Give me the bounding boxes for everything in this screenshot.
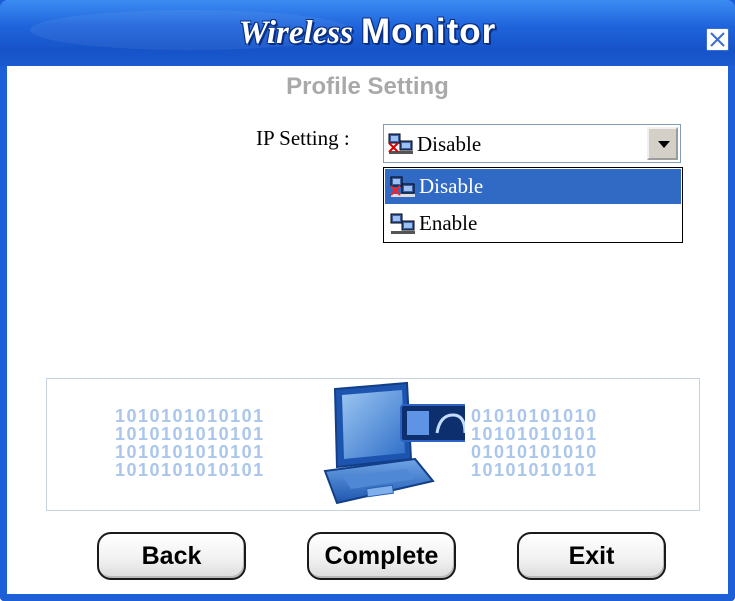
ip-setting-selected-text: Disable [417,131,482,156]
page-subtitle: Profile Setting [286,73,449,100]
option-disable-label: Disable [419,174,484,198]
binary-right-row: 01010101010 [471,442,598,462]
option-disable[interactable]: Disable [385,169,681,204]
window-title: Wireless Monitor [0,12,735,52]
title-bar[interactable]: Wireless Monitor [0,0,735,66]
exit-button[interactable]: Exit [517,532,666,580]
network-disabled-icon [388,133,413,154]
complete-button[interactable]: Complete [307,532,456,580]
back-button[interactable]: Back [97,532,246,580]
binary-right-row: 10101010101 [471,460,598,480]
close-icon [710,32,725,47]
title-monitor: Monitor [360,12,497,51]
option-enable[interactable]: Enable [385,206,681,241]
binary-right-row: 01010101010 [471,406,598,426]
option-enable-label: Enable [419,211,478,235]
chevron-down-icon[interactable] [647,127,678,160]
network-enabled-icon [390,213,415,234]
binary-left-row: 1010101010101 [115,406,265,426]
ip-setting-select[interactable]: Disable [383,124,681,163]
ip-setting-selected: Disable [388,130,481,158]
binary-right-row: 10101010101 [471,424,598,444]
binary-left-row: 1010101010101 [115,442,265,462]
binary-left-row: 1010101010101 [115,424,265,444]
binary-left-block: 1010101010101 1010101010101 101010101010… [115,407,265,479]
binary-left-row: 1010101010101 [115,460,265,480]
network-disabled-icon [390,176,415,197]
laptop-wireless-card-icon [323,381,465,505]
ip-setting-label: IP Setting : [256,126,350,150]
title-wireless: Wireless [238,15,353,51]
ip-setting-dropdown-list: Disable Enable [383,167,683,243]
close-button[interactable] [706,28,729,51]
binary-right-block: 01010101010 10101010101 01010101010 1010… [471,407,598,479]
binary-banner: 1010101010101 1010101010101 101010101010… [46,378,700,511]
